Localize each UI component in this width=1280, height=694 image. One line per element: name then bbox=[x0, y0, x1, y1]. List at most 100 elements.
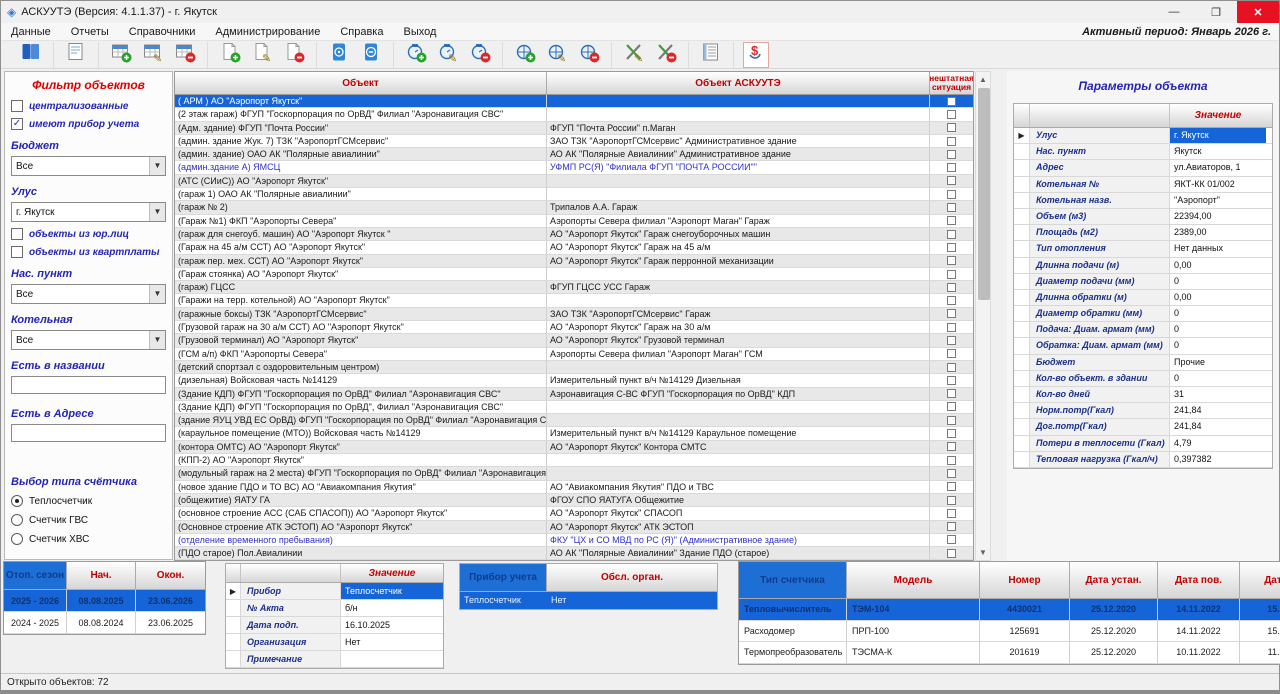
emergency-checkbox[interactable] bbox=[947, 469, 956, 478]
emergency-checkbox[interactable] bbox=[947, 176, 956, 185]
name-search-input[interactable] bbox=[11, 376, 166, 394]
param-row[interactable]: Подача: Диам. армат (мм)0 bbox=[1014, 322, 1272, 338]
emergency-checkbox[interactable] bbox=[947, 283, 956, 292]
param-row[interactable]: Котельная назв."Аэропорт" bbox=[1014, 193, 1272, 209]
doc-edit-button[interactable]: ✎ bbox=[249, 42, 275, 68]
object-row[interactable]: (АТС (СИиС)) АО "Аэропорт Якутск" bbox=[175, 175, 973, 188]
column-header-emergency[interactable]: нештатная ситуация bbox=[930, 72, 973, 94]
param-row[interactable]: Обратка: Диам. армат (мм)0 bbox=[1014, 338, 1272, 354]
emergency-checkbox[interactable] bbox=[947, 363, 956, 372]
menu-item-2[interactable]: Отчеты bbox=[61, 25, 119, 39]
param-row[interactable]: Дог.потр(Гкал)241,84 bbox=[1014, 419, 1272, 435]
emergency-checkbox[interactable] bbox=[947, 243, 956, 252]
menu-item-4[interactable]: Администрирование bbox=[205, 25, 330, 39]
param-row[interactable]: БюджетПрочие bbox=[1014, 355, 1272, 371]
radio-button[interactable] bbox=[11, 514, 23, 526]
meters-column-header[interactable]: Тип счетчика bbox=[739, 562, 847, 598]
checkbox-1[interactable] bbox=[11, 100, 23, 112]
emergency-checkbox[interactable] bbox=[947, 416, 956, 425]
emergency-checkbox[interactable] bbox=[947, 123, 956, 132]
emergency-checkbox[interactable] bbox=[947, 456, 956, 465]
emergency-checkbox[interactable] bbox=[947, 496, 956, 505]
value-column-header[interactable]: Значение bbox=[1170, 104, 1266, 127]
maximize-button[interactable]: ❐ bbox=[1195, 1, 1237, 23]
object-row[interactable]: (гараж № 2)Трипалов А.А. Гараж bbox=[175, 201, 973, 214]
act-value-column-header[interactable]: Значение bbox=[341, 564, 443, 582]
sensor-remove-button[interactable] bbox=[576, 42, 602, 68]
emergency-checkbox[interactable] bbox=[947, 429, 956, 438]
object-row[interactable]: (Основное строение АТК ЭСТОП) АО "Аэропо… bbox=[175, 521, 973, 534]
seasons-column-header[interactable]: Нач. bbox=[67, 562, 136, 589]
object-row[interactable]: (Здание КДП) ФГУП "Госкорпорация по ОрВД… bbox=[175, 388, 973, 401]
object-row[interactable]: (Грузовой гараж на 30 а/м ССТ) АО "Аэроп… bbox=[175, 321, 973, 334]
sensor-add-button[interactable] bbox=[512, 42, 538, 68]
emergency-checkbox[interactable] bbox=[947, 256, 956, 265]
chevron-down-icon[interactable]: ▼ bbox=[149, 203, 165, 221]
checkbox-2[interactable]: ✓ bbox=[11, 118, 23, 130]
chevron-down-icon[interactable]: ▼ bbox=[149, 331, 165, 349]
object-row[interactable]: (дизельная) Войсковая часть №14129Измери… bbox=[175, 374, 973, 387]
param-row[interactable]: Тепловая нагрузка (Гкал/ч)0,397382 bbox=[1014, 452, 1272, 468]
meters-column-header[interactable]: Номер bbox=[980, 562, 1070, 598]
object-row[interactable]: (гараж) ГЦССФГУП ГЦСС УСС Гараж bbox=[175, 281, 973, 294]
object-row[interactable]: (админ. здание Жук. 7) ТЗК "АэропортГСМс… bbox=[175, 135, 973, 148]
param-row[interactable]: Адресул.Авиаторов, 1 bbox=[1014, 160, 1272, 176]
meters-column-header[interactable]: Дата пов. bbox=[1158, 562, 1240, 598]
address-search-input[interactable] bbox=[11, 424, 166, 442]
menu-item-5[interactable]: Справка bbox=[330, 25, 393, 39]
param-row[interactable]: Кол-во дней31 bbox=[1014, 387, 1272, 403]
object-row[interactable]: (новое здание ПДО и ТО ВС) АО "Авиакомпа… bbox=[175, 481, 973, 494]
object-row[interactable]: (Гараж №1) ФКП "Аэропорты Севера"Аэропор… bbox=[175, 215, 973, 228]
sensor-edit-button[interactable]: ✎ bbox=[544, 42, 570, 68]
emergency-checkbox[interactable] bbox=[947, 163, 956, 172]
seasons-column-header[interactable]: Отоп. сезон bbox=[4, 562, 67, 589]
object-row[interactable]: (Гараж на 45 а/м ССТ) АО "Аэропорт Якутс… bbox=[175, 241, 973, 254]
param-row[interactable]: Объем (м3)22394,00 bbox=[1014, 209, 1272, 225]
object-row[interactable]: (2 этаж гараж) ФГУП "Госкорпорация по Ор… bbox=[175, 108, 973, 121]
act-row[interactable]: ▶ПриборТеплосчетчик bbox=[226, 583, 443, 600]
column-header-asku-object[interactable]: Объект АСКУУТЭ bbox=[547, 72, 930, 94]
object-row[interactable]: ( АРМ ) АО "Аэропорт Якутск" bbox=[175, 95, 973, 108]
emergency-checkbox[interactable] bbox=[947, 230, 956, 239]
device-view-button[interactable] bbox=[326, 42, 352, 68]
chevron-down-icon[interactable]: ▼ bbox=[149, 157, 165, 175]
device-row[interactable]: ТеплосчетчикНет bbox=[460, 592, 717, 609]
param-row[interactable]: Площадь (м2)2389,00 bbox=[1014, 225, 1272, 241]
meters-column-header[interactable]: Дата устан. bbox=[1070, 562, 1158, 598]
param-row[interactable]: Длинна подачи (м)0,00 bbox=[1014, 258, 1272, 274]
device-column-header[interactable]: Обсл. орган. bbox=[547, 564, 717, 591]
emergency-checkbox[interactable] bbox=[947, 137, 956, 146]
object-row[interactable]: (ПДО старое) Пол.АвиалинииАО АК "Полярны… bbox=[175, 547, 973, 560]
object-row[interactable]: (гараж 1) ОАО АК "Полярные авиалинии" bbox=[175, 188, 973, 201]
menu-item-1[interactable]: Данные bbox=[1, 25, 61, 39]
object-row[interactable]: (Гараж стоянка) АО "Аэропорт Якутск" bbox=[175, 268, 973, 281]
season-row[interactable]: 2024 - 202508.08.202423.06.2025 bbox=[4, 612, 205, 634]
emergency-checkbox[interactable] bbox=[947, 389, 956, 398]
emergency-checkbox[interactable] bbox=[947, 482, 956, 491]
emergency-checkbox[interactable] bbox=[947, 402, 956, 411]
object-row[interactable]: (Адм. здание) ФГУП "Почта России"ФГУП "П… bbox=[175, 122, 973, 135]
param-row[interactable]: Котельная №ЯКТ-КК 01/002 bbox=[1014, 177, 1272, 193]
emergency-checkbox[interactable] bbox=[947, 349, 956, 358]
param-row[interactable]: Тип отопленияНет данных bbox=[1014, 241, 1272, 257]
season-row[interactable]: 2025 - 202608.08.202523.06.2026 bbox=[4, 590, 205, 612]
minimize-button[interactable]: — bbox=[1153, 1, 1195, 23]
radio-button[interactable] bbox=[11, 495, 23, 507]
radio-button[interactable] bbox=[11, 533, 23, 545]
object-row[interactable]: (контора ОМТС) АО "Аэропорт Якутск"АО "А… bbox=[175, 441, 973, 454]
act-row[interactable]: № Актаб/н bbox=[226, 600, 443, 617]
emergency-checkbox[interactable] bbox=[947, 216, 956, 225]
object-row[interactable]: (Грузовой терминал) АО "Аэропорт Якутск"… bbox=[175, 334, 973, 347]
doc-remove-button[interactable] bbox=[281, 42, 307, 68]
object-row[interactable]: (отделение временного пребывания)ФКУ "ЦХ… bbox=[175, 534, 973, 547]
currency-button[interactable]: $ bbox=[743, 42, 769, 68]
param-row[interactable]: Диаметр обратки (мм)0 bbox=[1014, 306, 1272, 322]
meter-add-button[interactable] bbox=[403, 42, 429, 68]
scrollbar-thumb[interactable] bbox=[978, 88, 990, 300]
meters-column-header[interactable]: Дата сл. bbox=[1240, 562, 1280, 598]
object-row[interactable]: (гараж для снегоуб. машин) АО "Аэропорт … bbox=[175, 228, 973, 241]
object-row[interactable]: (Здание КДП) ФГУП "Госкорпорация по ОрВД… bbox=[175, 401, 973, 414]
column-header-object[interactable]: Объект bbox=[175, 72, 547, 94]
budget-select[interactable]: Все ▼ bbox=[11, 156, 166, 176]
meters-column-header[interactable]: Модель bbox=[847, 562, 980, 598]
